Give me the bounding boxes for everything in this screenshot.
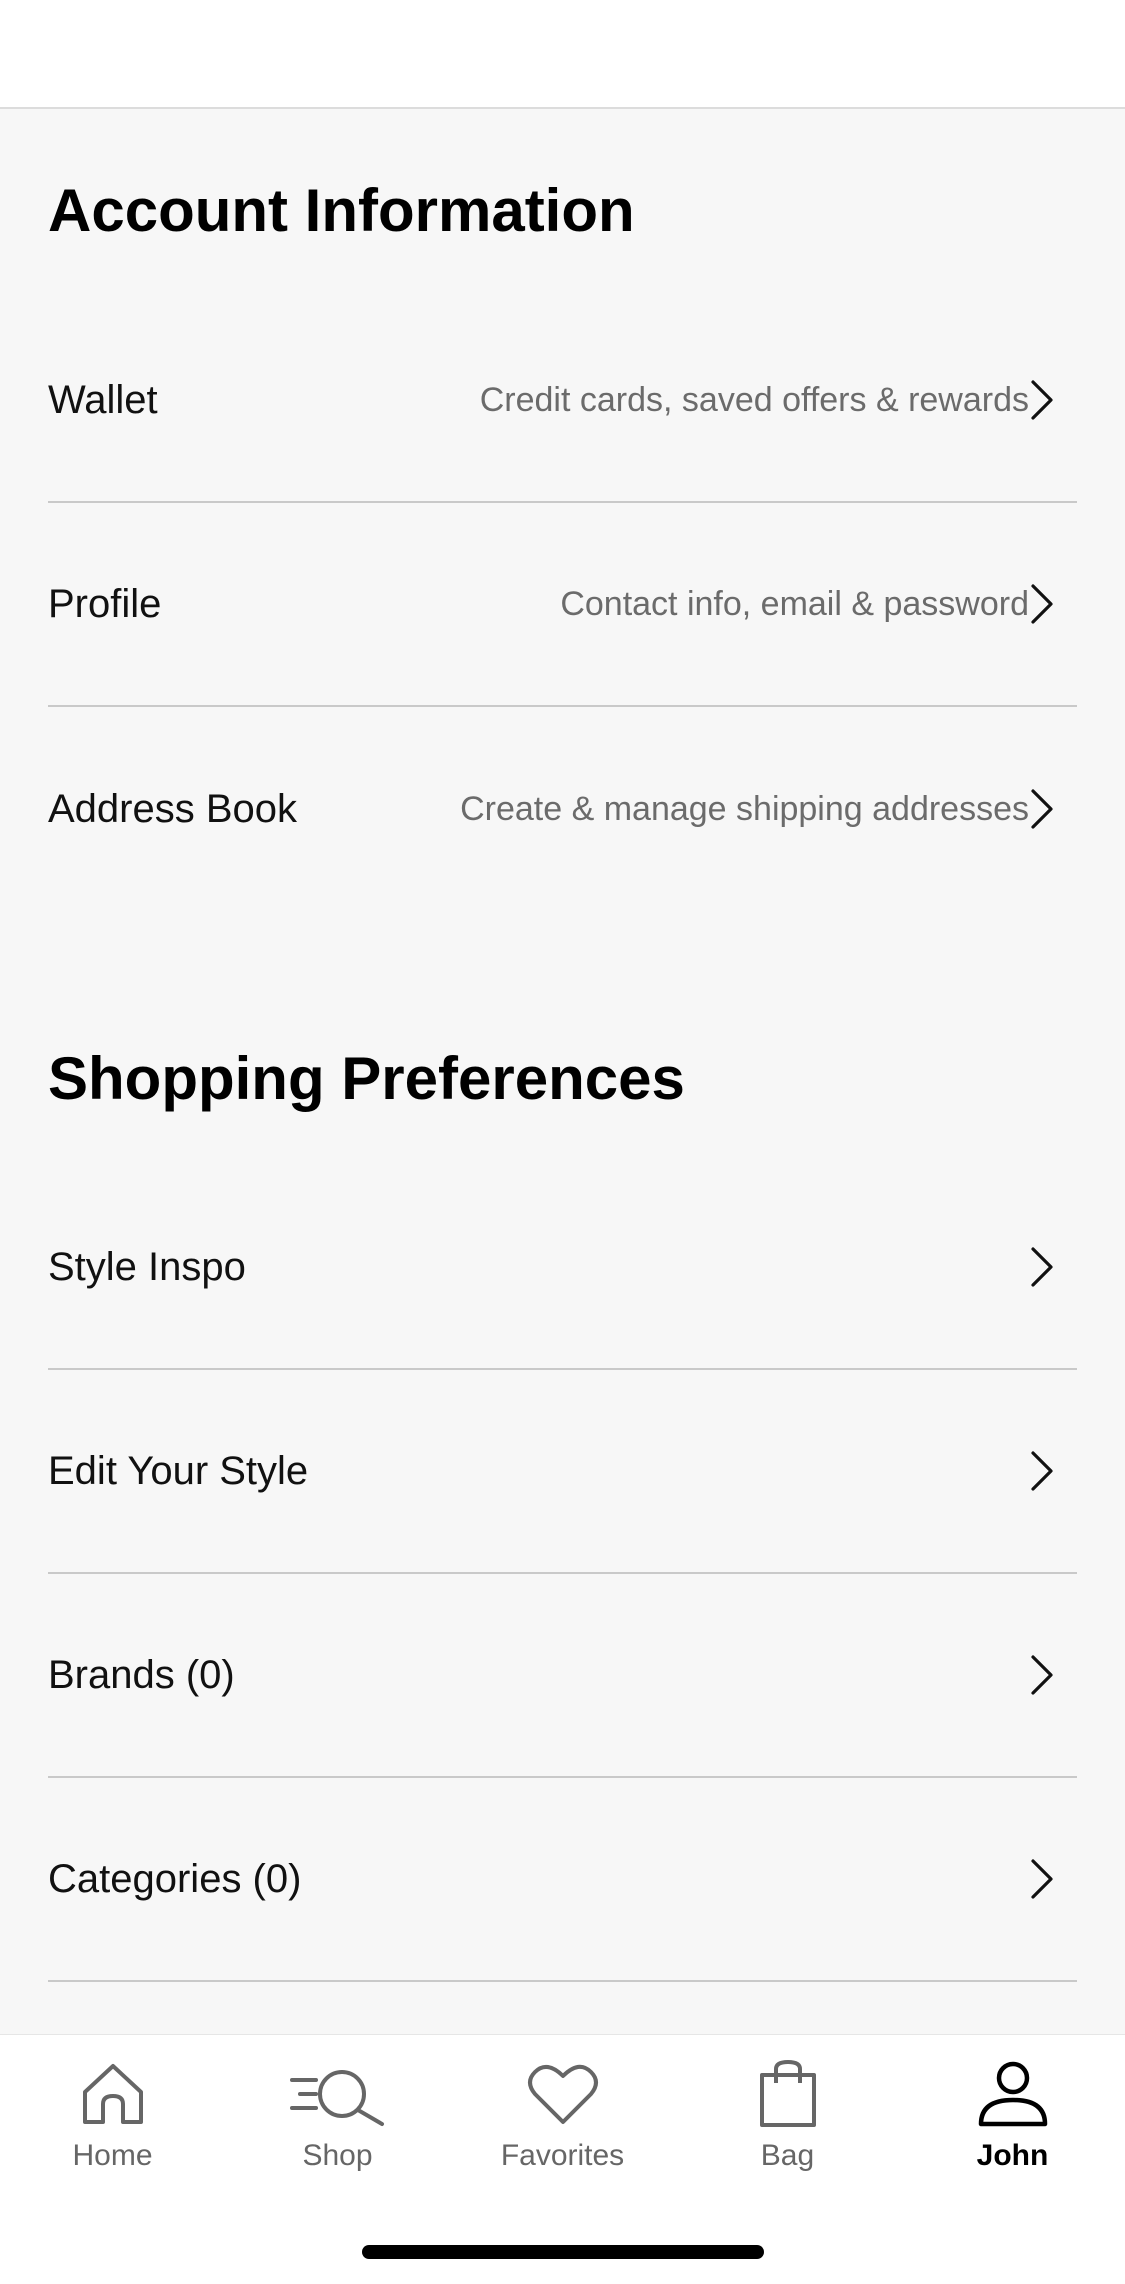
- chevron-right-icon: [1029, 1654, 1055, 1696]
- account-row-profile[interactable]: Profile Contact info, email & password: [48, 503, 1077, 707]
- tab-label: Shop: [302, 2139, 373, 2172]
- tab-label: Favorites: [500, 2139, 625, 2172]
- tab-label: Home: [72, 2139, 153, 2172]
- row-label: Categories (0): [48, 1856, 302, 1901]
- chevron-right-icon: [1029, 583, 1055, 625]
- shopping-preferences-title: Shopping Preferences: [48, 1045, 685, 1112]
- row-label: Style Inspo: [48, 1244, 246, 1289]
- row-label: Brands (0): [48, 1652, 235, 1697]
- chevron-right-icon: [1029, 1450, 1055, 1492]
- chevron-right-icon: [1029, 788, 1055, 830]
- chevron-right-icon: [1029, 379, 1055, 421]
- bag-icon: [738, 2057, 838, 2131]
- preferences-row-categories[interactable]: Categories (0): [48, 1778, 1077, 1982]
- person-icon: [963, 2057, 1063, 2131]
- home-indicator[interactable]: [362, 2245, 764, 2259]
- chevron-right-icon: [1029, 1858, 1055, 1900]
- account-row-address-book[interactable]: Address Book Create & manage shipping ad…: [48, 707, 1077, 911]
- preferences-row-style-inspo[interactable]: Style Inspo: [48, 1166, 1077, 1370]
- row-label: Profile: [48, 581, 162, 626]
- row-label: Address Book: [48, 786, 298, 831]
- tab-john[interactable]: John: [900, 2057, 1125, 2197]
- row-label: Edit Your Style: [48, 1448, 309, 1493]
- tab-label: Bag: [760, 2139, 815, 2172]
- tab-bag[interactable]: Bag: [675, 2057, 900, 2197]
- preferences-row-brands[interactable]: Brands (0): [48, 1574, 1077, 1778]
- heart-icon: [513, 2057, 613, 2131]
- top-navigation-bar: [0, 0, 1125, 109]
- account-row-wallet[interactable]: Wallet Credit cards, saved offers & rewa…: [48, 299, 1077, 503]
- row-description: Create & manage shipping addresses: [460, 789, 1029, 828]
- row-label: Wallet: [48, 377, 158, 422]
- tab-shop[interactable]: Shop: [225, 2057, 450, 2197]
- chevron-right-icon: [1029, 1246, 1055, 1288]
- shop-search-icon: [288, 2057, 388, 2131]
- home-icon: [63, 2057, 163, 2131]
- tab-label: John: [976, 2139, 1049, 2172]
- account-information-title: Account Information: [48, 177, 635, 244]
- tab-home[interactable]: Home: [0, 2057, 225, 2197]
- tab-favorites[interactable]: Favorites: [450, 2057, 675, 2197]
- preferences-row-edit-your-style[interactable]: Edit Your Style: [48, 1370, 1077, 1574]
- row-description: Contact info, email & password: [560, 584, 1029, 623]
- row-description: Credit cards, saved offers & rewards: [479, 380, 1029, 419]
